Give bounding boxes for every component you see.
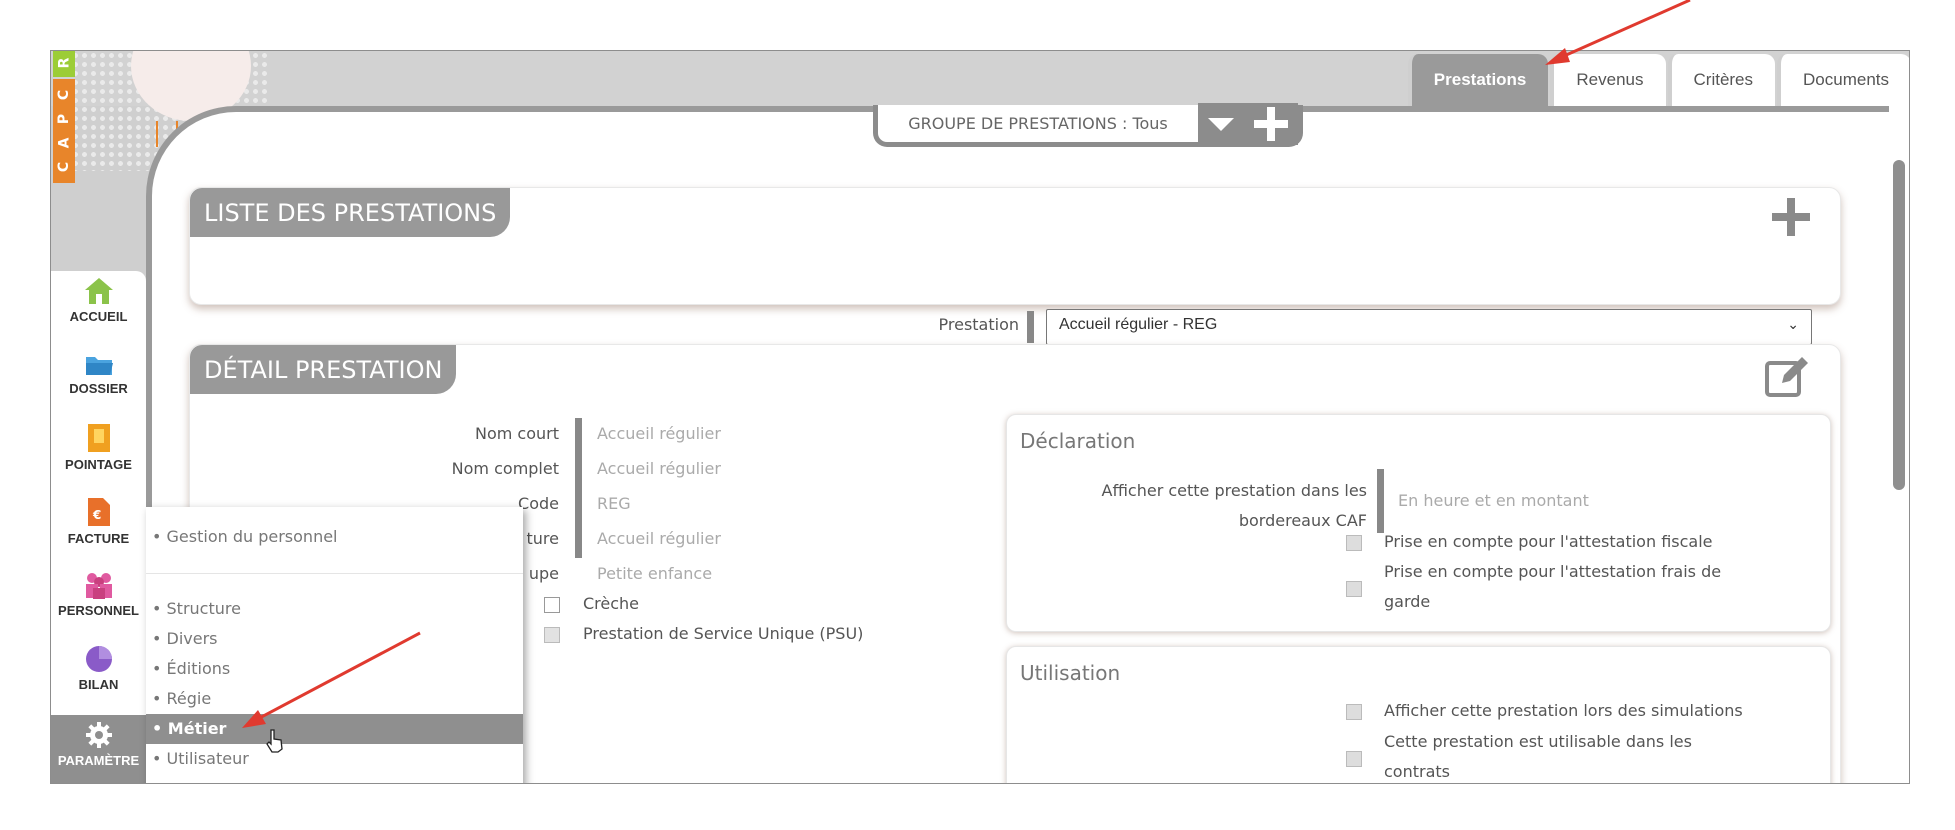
attestation-garde-label: Prise en compte pour l'attestation frais… — [1384, 557, 1721, 617]
menu-item-editions[interactable]: • Éditions — [146, 654, 523, 684]
invoice-icon: € — [87, 498, 110, 526]
chick-leg — [156, 121, 158, 147]
vertical-scrollbar[interactable] — [1889, 106, 1909, 783]
creche-checkbox[interactable] — [544, 597, 560, 613]
home-icon — [84, 278, 113, 304]
groupe-value: Petite enfance — [597, 564, 713, 583]
scrollbar-thumb[interactable] — [1893, 160, 1905, 490]
group-filter-label: GROUPE DE PRESTATIONS : Tous — [908, 114, 1168, 133]
top-bar: R C P A C Prestations Revenus Critères D… — [51, 51, 1909, 183]
sidebar-item-label: DOSSIER — [69, 381, 128, 396]
page: R C P A C Prestations Revenus Critères D… — [0, 0, 1955, 830]
detail-prestation-title: DÉTAIL PRESTATION — [190, 345, 457, 394]
brand-strip: C P A C — [53, 79, 75, 183]
bordereaux-label: Afficher cette prestation dans les borde… — [1051, 476, 1368, 536]
brand-letter: R — [56, 57, 72, 69]
sidebar-item-bilan[interactable]: BILAN — [51, 645, 146, 692]
chevron-down-icon[interactable] — [1208, 116, 1234, 132]
contrats-checkbox[interactable] — [1346, 751, 1362, 767]
folder-icon — [85, 357, 113, 375]
gear-icon — [85, 722, 112, 748]
tab-bar: Prestations Revenus Critères Documents — [1406, 51, 1909, 106]
bordereaux-label-line1: Afficher cette prestation dans les — [1101, 481, 1368, 500]
brand-letter: C — [56, 89, 72, 101]
creche-label: Crèche — [583, 594, 640, 613]
attestation-fiscale-label: Prise en compte pour l'attestation fisca… — [1384, 532, 1713, 551]
liste-prestations-title: LISTE DES PRESTATIONS — [190, 188, 511, 237]
hand-cursor-icon — [266, 729, 283, 753]
edit-icon[interactable] — [1764, 353, 1810, 399]
prestation-select-value: Accueil régulier - REG — [1059, 316, 1218, 333]
parametre-submenu: • Gestion du personnel • Structure • Div… — [146, 507, 523, 783]
nom-court-label: Nom court — [474, 424, 559, 443]
field-bar — [1027, 311, 1034, 343]
simulations-checkbox[interactable] — [1346, 704, 1362, 720]
sidebar-item-label: POINTAGE — [65, 457, 132, 472]
psu-label: Prestation de Service Unique (PSU) — [583, 624, 864, 643]
menu-item-utilisateur[interactable]: • Utilisateur — [146, 744, 523, 774]
nom-complet-label: Nom complet — [451, 459, 559, 478]
sidebar-item-label: ACCUEIL — [69, 309, 128, 324]
attestation-garde-line2: garde — [1384, 592, 1431, 611]
tab-criteres[interactable]: Critères — [1667, 54, 1776, 106]
attestation-fiscale-checkbox[interactable] — [1346, 535, 1362, 551]
attestation-garde-checkbox[interactable] — [1346, 581, 1362, 597]
menu-item-regie[interactable]: • Régie — [146, 684, 523, 714]
sidebar-item-personnel[interactable]: PERSONNEL — [51, 571, 146, 618]
menu-item-metier[interactable]: • Métier — [146, 714, 523, 744]
sidebar-item-accueil[interactable]: ACCUEIL — [51, 277, 146, 324]
chevron-down-icon: ⌄ — [1787, 316, 1799, 332]
group-filter-bar: GROUPE DE PRESTATIONS : Tous — [873, 102, 1303, 147]
psu-checkbox[interactable] — [544, 627, 560, 643]
bordereaux-label-line2: bordereaux CAF — [1238, 511, 1367, 530]
sidebar-item-label: PERSONNEL — [58, 603, 139, 618]
tab-revenus[interactable]: Revenus — [1550, 54, 1666, 106]
people-icon — [85, 573, 112, 599]
sidebar-item-dossier[interactable]: DOSSIER — [51, 351, 146, 396]
brand-letter: A — [56, 137, 72, 149]
nom-complet-value: Accueil régulier — [597, 459, 721, 478]
structure-value: Accueil régulier — [597, 529, 721, 548]
sidebar-item-label: BILAN — [78, 677, 119, 692]
sidebar-item-facture[interactable]: € FACTURE — [51, 497, 146, 546]
add-icon[interactable] — [1254, 106, 1288, 141]
sidebar-item-label: FACTURE — [67, 531, 130, 546]
simulations-label: Afficher cette prestation lors des simul… — [1384, 701, 1743, 720]
pie-chart-icon — [85, 646, 112, 672]
svg-text:€: € — [92, 508, 101, 522]
brand-letter: C — [56, 161, 72, 173]
menu-item-structure[interactable]: • Structure — [146, 594, 523, 624]
clock-card-icon — [87, 424, 110, 452]
declaration-title: Déclaration — [1020, 429, 1136, 453]
field-bar — [575, 418, 582, 558]
liste-prestations-card: LISTE DES PRESTATIONS — [189, 187, 1841, 305]
attestation-garde-line1: Prise en compte pour l'attestation frais… — [1384, 562, 1722, 581]
utilisation-title: Utilisation — [1020, 661, 1121, 685]
prestation-select[interactable]: Accueil régulier - REG ⌄ — [1046, 309, 1812, 345]
menu-divider — [146, 573, 523, 574]
app-window: R C P A C Prestations Revenus Critères D… — [50, 50, 1910, 784]
bordereaux-value: En heure et en montant — [1398, 491, 1589, 510]
menu-item-divers[interactable]: • Divers — [146, 624, 523, 654]
nom-court-value: Accueil régulier — [597, 424, 721, 443]
code-value: REG — [597, 494, 631, 513]
sidebar-item-label: PARAMÈTRE — [57, 753, 140, 768]
contrats-line1: Cette prestation est utilisable dans les — [1384, 732, 1692, 751]
sidebar: ACCUEIL DOSSIER POINTAGE € FACTURE PERSO… — [51, 271, 146, 783]
brand-letter: P — [55, 113, 72, 125]
prestation-label: Prestation — [938, 315, 1020, 334]
group-filter-buttons — [1198, 102, 1298, 145]
menu-item-gestion-personnel[interactable]: • Gestion du personnel — [146, 522, 523, 552]
tab-prestations[interactable]: Prestations — [1407, 54, 1549, 106]
add-prestation-icon[interactable] — [1772, 198, 1810, 236]
tab-documents[interactable]: Documents — [1777, 54, 1909, 106]
contrats-line2: contrats — [1384, 762, 1450, 781]
sidebar-item-pointage[interactable]: POINTAGE — [51, 423, 146, 472]
sidebar-item-parametre[interactable]: PARAMÈTRE — [51, 715, 146, 783]
field-bar — [1377, 469, 1384, 533]
brand-strip-green: R — [53, 51, 75, 77]
contrats-label: Cette prestation est utilisable dans les… — [1384, 727, 1692, 783]
